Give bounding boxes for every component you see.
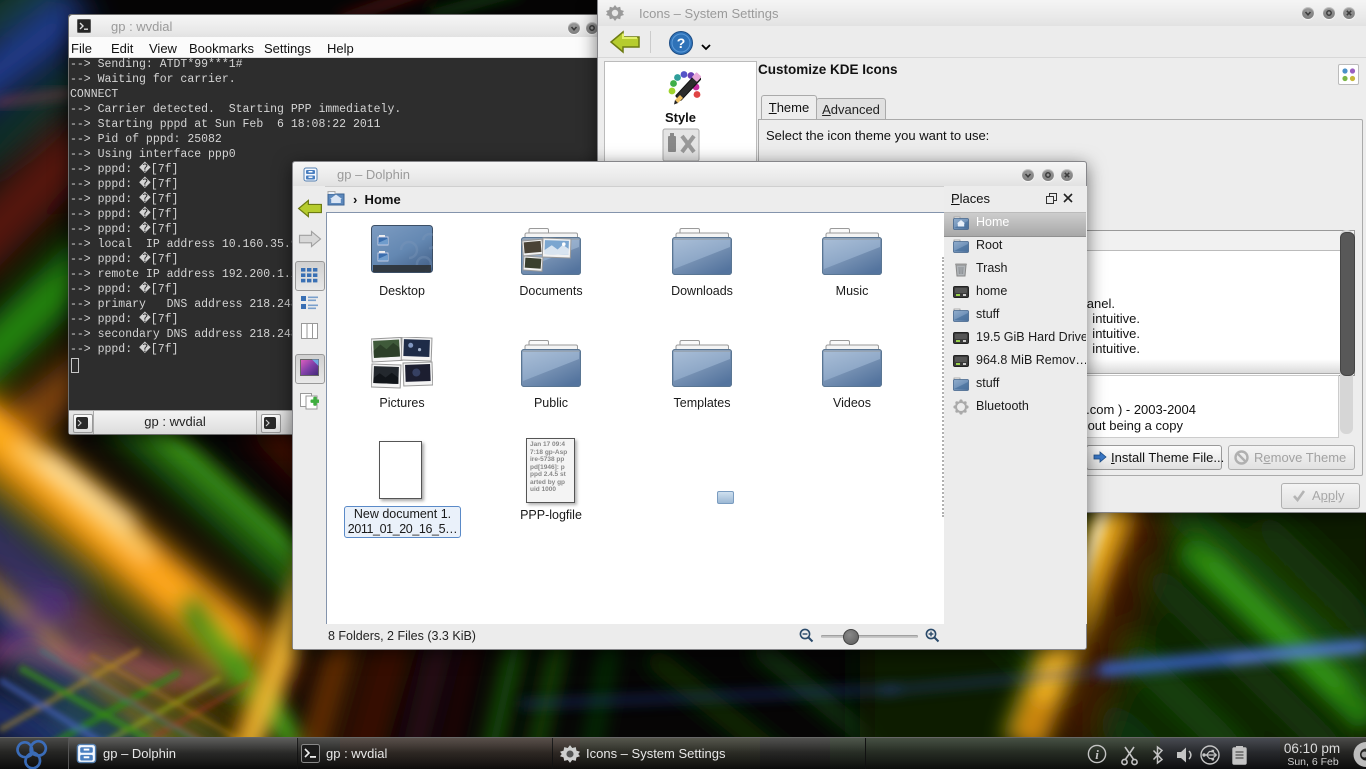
- svg-text:?: ?: [677, 35, 686, 51]
- svg-text:i: i: [1095, 747, 1099, 762]
